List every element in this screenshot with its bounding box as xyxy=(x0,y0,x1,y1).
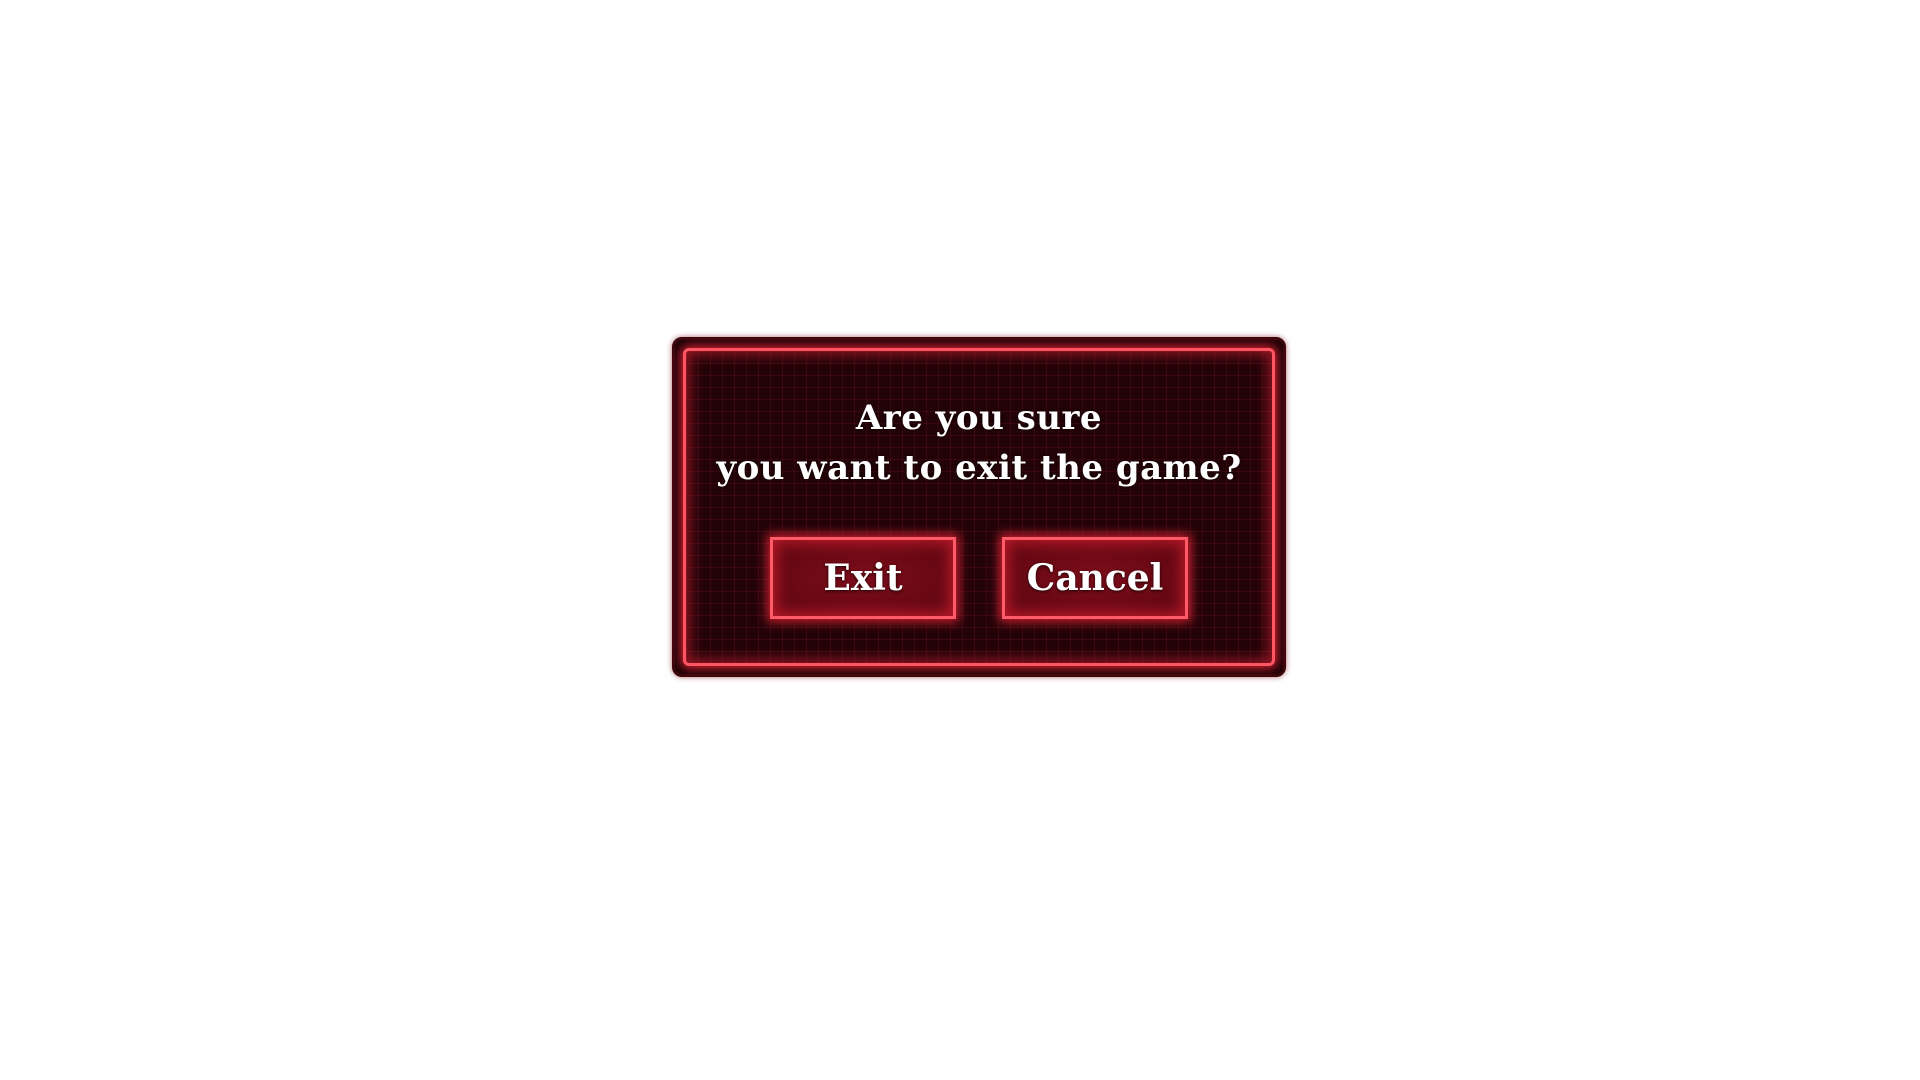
exit-confirm-dialog: Are you sure you want to exit the game? … xyxy=(672,337,1286,677)
confirm-message: Are you sure you want to exit the game? xyxy=(686,393,1272,493)
dialog-panel: Are you sure you want to exit the game? … xyxy=(683,348,1275,666)
confirm-message-line-1: Are you sure xyxy=(855,398,1103,438)
cancel-button[interactable]: Cancel xyxy=(1002,537,1188,619)
exit-button[interactable]: Exit xyxy=(770,537,956,619)
confirm-message-line-2: you want to exit the game? xyxy=(716,448,1242,488)
